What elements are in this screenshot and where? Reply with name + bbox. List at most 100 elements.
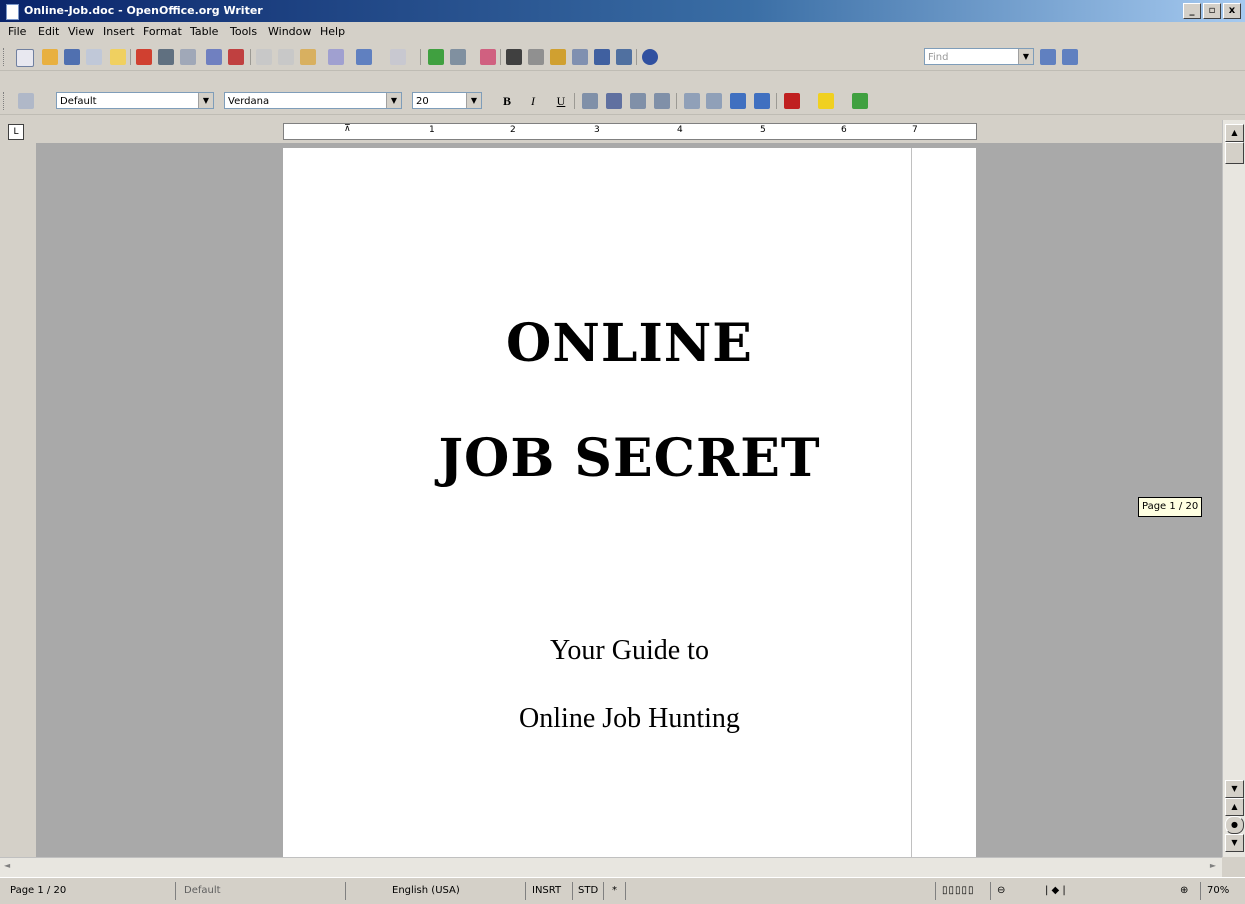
scroll-up-icon[interactable]: ▲ (1225, 124, 1244, 142)
edit-file-icon[interactable] (110, 49, 126, 65)
ruler-tick: 6 (841, 125, 847, 135)
draw-functions-icon[interactable] (480, 49, 496, 65)
bold-button[interactable]: B (498, 92, 516, 110)
export-pdf-icon[interactable] (136, 49, 152, 65)
find-replace-icon[interactable] (506, 49, 522, 65)
chevron-down-icon[interactable]: ▼ (466, 93, 481, 108)
align-center-icon[interactable] (606, 93, 622, 109)
zoom-in-icon[interactable]: ⊕ (1180, 882, 1188, 900)
font-size-select[interactable]: 20 ▼ (412, 92, 482, 109)
scroll-down-icon[interactable]: ▼ (1225, 780, 1244, 798)
status-selection-mode[interactable]: STD (578, 882, 598, 900)
autospellcheck-icon[interactable] (228, 49, 244, 65)
font-size-value: 20 (416, 96, 429, 107)
view-layout-icons[interactable]: ▯▯▯▯▯ (942, 882, 975, 900)
data-sources-icon[interactable] (572, 49, 588, 65)
zoom-icon[interactable] (616, 49, 632, 65)
next-page-icon[interactable]: ▼ (1225, 834, 1244, 852)
close-button[interactable]: x (1223, 3, 1241, 19)
chevron-down-icon[interactable]: ▼ (386, 93, 401, 108)
ruler-tick: 5 (760, 125, 766, 135)
menu-format[interactable]: Format (143, 25, 182, 38)
zoom-out-icon[interactable]: ⊖ (997, 882, 1005, 900)
document-page[interactable]: ONLINE JOB SECRET Your Guide to Online J… (283, 148, 976, 857)
navigation-icon[interactable]: ● (1225, 816, 1244, 834)
underline-button[interactable]: U (552, 92, 570, 110)
document-subtitle-line-2: Online Job Hunting (519, 703, 740, 734)
document-icon (6, 4, 19, 20)
menu-window[interactable]: Window (268, 25, 311, 38)
ruler-tick: 2 (510, 125, 516, 135)
nonprinting-characters-icon[interactable] (594, 49, 610, 65)
zoom-slider[interactable]: | ◆ | (1045, 882, 1066, 900)
email-icon[interactable] (86, 49, 102, 65)
ruler-tick: 3 (594, 125, 600, 135)
background-color-icon[interactable] (852, 93, 868, 109)
menu-insert[interactable]: Insert (103, 25, 135, 38)
numbering-icon[interactable] (684, 93, 700, 109)
vertical-scrollbar[interactable]: ▲ ▼ ▲ ● ▼ (1222, 120, 1245, 857)
highlighting-icon[interactable] (818, 93, 834, 109)
justify-icon[interactable] (654, 93, 670, 109)
align-right-icon[interactable] (630, 93, 646, 109)
paste-icon[interactable] (300, 49, 316, 65)
bullets-icon[interactable] (706, 93, 722, 109)
undo-icon[interactable] (356, 49, 372, 65)
tab-stop-icon[interactable]: L (8, 124, 24, 140)
status-page-style[interactable]: Default (184, 882, 221, 900)
paragraph-style-select[interactable]: Default ▼ (56, 92, 214, 109)
cut-icon[interactable] (256, 49, 272, 65)
help-icon[interactable] (642, 49, 658, 65)
find-dropdown-icon[interactable]: ▼ (1018, 49, 1033, 64)
spellcheck-icon[interactable] (206, 49, 222, 65)
scroll-left-icon[interactable]: ◄ (4, 861, 10, 870)
scroll-right-icon[interactable]: ► (1210, 861, 1216, 870)
redo-icon[interactable] (390, 49, 406, 65)
hyperlink-icon[interactable] (428, 49, 444, 65)
decrease-indent-icon[interactable] (730, 93, 746, 109)
scroll-thumb[interactable] (1225, 142, 1244, 164)
find-previous-icon[interactable] (1062, 49, 1078, 65)
navigator-icon[interactable] (528, 49, 544, 65)
new-document-icon[interactable] (16, 49, 34, 67)
copy-icon[interactable] (278, 49, 294, 65)
menu-table[interactable]: Table (190, 25, 218, 38)
status-zoom[interactable]: 70% (1207, 882, 1229, 900)
ruler-tick: 4 (677, 125, 683, 135)
styles-formatting-icon[interactable] (18, 93, 34, 109)
open-folder-icon[interactable] (42, 49, 58, 65)
print-preview-icon[interactable] (180, 49, 196, 65)
text-boundary-line (911, 148, 912, 857)
menu-bar: File Edit View Insert Format Table Tools… (0, 22, 1245, 42)
status-insert-mode[interactable]: INSRT (532, 882, 561, 900)
previous-page-icon[interactable]: ▲ (1225, 798, 1244, 816)
align-left-icon[interactable] (582, 93, 598, 109)
horizontal-scrollbar[interactable]: ◄ ► (0, 857, 1222, 878)
table-icon[interactable] (450, 49, 466, 65)
save-icon[interactable] (64, 49, 80, 65)
font-name-select[interactable]: Verdana ▼ (224, 92, 402, 109)
menu-edit[interactable]: Edit (38, 25, 59, 38)
clone-format-icon[interactable] (328, 49, 344, 65)
paragraph-style-value: Default (60, 96, 97, 107)
italic-button[interactable]: I (524, 92, 542, 110)
increase-indent-icon[interactable] (754, 93, 770, 109)
indent-marker-icon[interactable]: ⊼ (344, 124, 351, 134)
window-title: Online-Job.doc - OpenOffice.org Writer (24, 4, 263, 17)
print-icon[interactable] (158, 49, 174, 65)
menu-tools[interactable]: Tools (230, 25, 257, 38)
status-language[interactable]: English (USA) (392, 882, 460, 900)
chevron-down-icon[interactable]: ▼ (198, 93, 213, 108)
menu-help[interactable]: Help (320, 25, 345, 38)
maximize-button[interactable]: ▫ (1203, 3, 1221, 19)
status-bar: Page 1 / 20 Default English (USA) INSRT … (0, 877, 1245, 904)
menu-view[interactable]: View (68, 25, 94, 38)
minimize-button[interactable]: _ (1183, 3, 1201, 19)
vertical-ruler (0, 143, 36, 857)
menu-file[interactable]: File (8, 25, 26, 38)
ruler-tick: 1 (429, 125, 435, 135)
horizontal-ruler[interactable]: ⊼ 1 2 3 4 5 6 7 (283, 123, 977, 140)
font-color-icon[interactable] (784, 93, 800, 109)
find-next-icon[interactable] (1040, 49, 1056, 65)
gallery-icon[interactable] (550, 49, 566, 65)
